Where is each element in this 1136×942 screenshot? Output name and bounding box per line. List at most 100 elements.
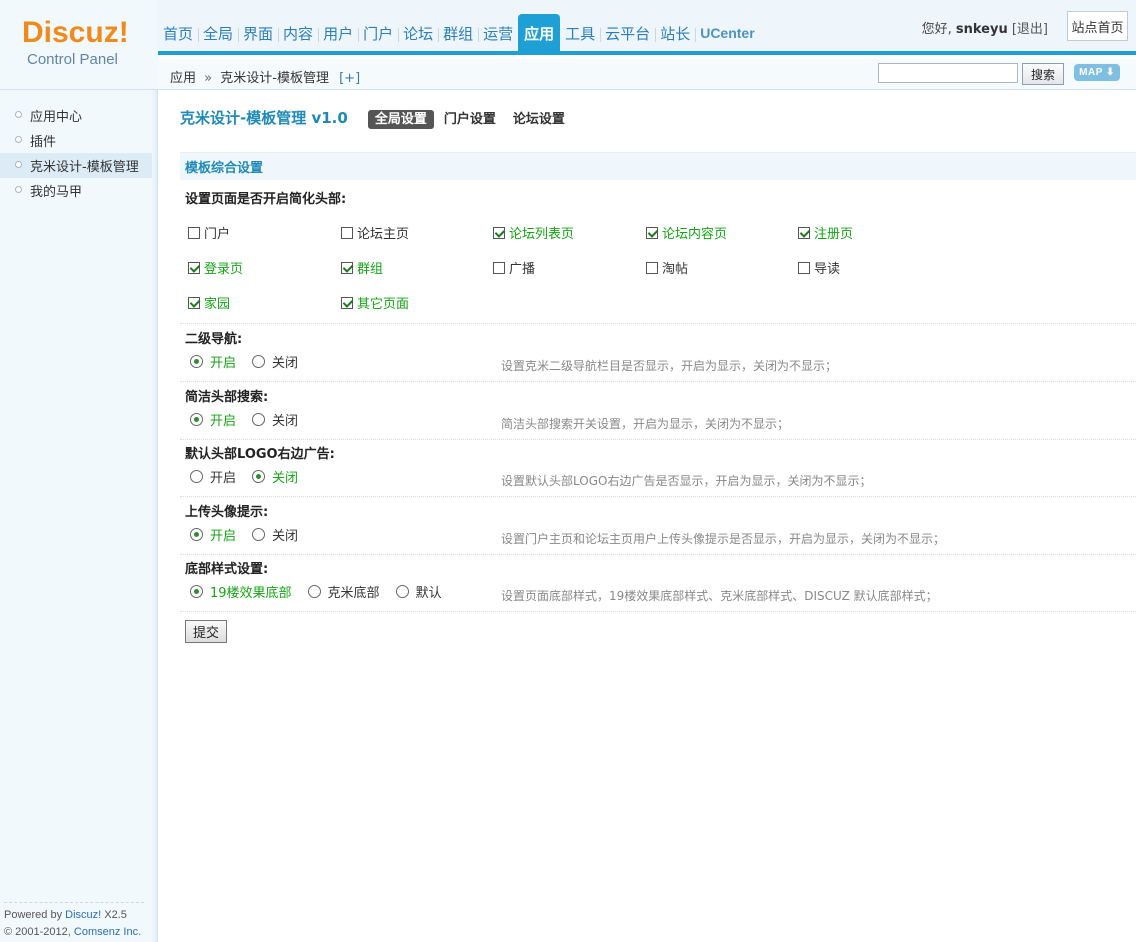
row-divider [180,611,1136,612]
radio-label: 关闭 [272,471,299,486]
radio-option[interactable]: 19楼效果底部 [190,582,292,601]
section-title: 模板综合设置 [180,152,1136,180]
tab-0[interactable]: 全局设置 [367,109,434,129]
company-link[interactable]: Comsenz Inc. [74,926,141,938]
checkbox-label: 登录页 [204,262,244,277]
sidebar-item-label: 克米设计-模板管理 [30,160,139,175]
radio-option[interactable]: 默认 [395,582,442,601]
page-checkbox-1[interactable]: 论坛主页 [341,223,409,242]
checkbox-label: 其它页面 [357,297,410,312]
radio-option[interactable]: 开启 [190,352,236,371]
checkbox-checked-icon[interactable] [341,296,353,309]
checkbox-checked-icon[interactable] [493,226,505,239]
nav-item-7[interactable]: 群组 [438,14,478,52]
checkbox-icon[interactable] [188,226,200,239]
radio-option[interactable]: 关闭 [252,352,298,371]
nav-item-6[interactable]: 论坛 [398,14,438,52]
radio-icon[interactable] [252,412,266,426]
setting-tip-4: 设置页面底部样式，19楼效果底部样式、克米底部样式、DISCUZ 默认底部样式； [501,589,938,603]
username: snkeyu [955,22,1008,37]
simplified-header-label: 设置页面是否开启简化头部: [185,192,347,207]
radio-selected-icon[interactable] [190,585,203,598]
setting-tip-0: 设置克米二级导航栏目是否显示，开启为显示，关闭为不显示； [501,359,838,373]
setting-radio-group-2: 开启 关闭 [190,467,314,486]
site-home-button[interactable]: 站点首页 [1067,11,1128,41]
sidebar-item-0[interactable]: 应用中心 [0,103,152,128]
setting-label-1: 简洁头部搜索: [185,389,269,405]
nav-item-1[interactable]: 全局 [198,14,238,52]
page-checkbox-0[interactable]: 门户 [188,223,230,242]
logo[interactable]: Discuz! Control Panel [0,0,158,90]
checkbox-checked-icon[interactable] [646,226,658,239]
nav-item-11[interactable]: 云平台 [600,14,655,52]
radio-selected-icon[interactable] [190,412,203,426]
radio-label: 默认 [415,586,442,601]
radio-option[interactable]: 开启 [190,410,236,429]
page-checkbox-6[interactable]: 群组 [341,258,383,277]
nav-item-8[interactable]: 运营 [478,14,518,52]
sidebar-item-2[interactable]: 克米设计-模板管理 [0,153,152,178]
radio-option[interactable]: 关闭 [252,525,298,544]
page-checkbox-8[interactable]: 淘帖 [646,258,688,277]
nav-item-12[interactable]: 站长 [655,14,695,52]
page-checkbox-2[interactable]: 论坛列表页 [493,223,574,242]
nav-item-10[interactable]: 工具 [560,14,600,52]
nav-item-5[interactable]: 门户 [358,14,398,52]
radio-option[interactable]: 关闭 [252,467,298,486]
powered-version: X2.5 [104,909,127,921]
tab-1[interactable]: 门户设置 [437,110,503,129]
page-checkbox-5[interactable]: 登录页 [188,258,243,277]
tab-2[interactable]: 论坛设置 [506,110,572,129]
radio-icon[interactable] [190,470,203,483]
page-checkbox-7[interactable]: 广播 [493,258,535,277]
radio-option[interactable]: 开启 [190,467,236,486]
add-shortcut-link[interactable]: [+] [339,71,360,86]
page-checkbox-4[interactable]: 注册页 [798,223,853,242]
radio-selected-icon[interactable] [252,470,266,483]
radio-option[interactable]: 克米底部 [307,582,380,601]
radio-icon[interactable] [252,527,266,541]
nav-item-9[interactable]: 应用 [518,14,561,52]
nav-item-2[interactable]: 界面 [238,14,278,52]
radio-selected-icon[interactable] [190,527,203,541]
nav-item-3[interactable]: 内容 [278,14,318,52]
map-button[interactable]: MAP ⬇ [1074,64,1120,81]
checkbox-checked-icon[interactable] [798,226,810,239]
checkbox-label: 门户 [204,227,231,242]
submit-button[interactable]: 提交 [185,620,227,643]
search-button[interactable]: 搜索 [1022,63,1064,85]
checkbox-icon[interactable] [341,226,353,239]
radio-icon[interactable] [252,355,266,368]
radio-label: 克米底部 [327,586,380,601]
radio-option[interactable]: 关闭 [252,410,298,429]
checkbox-checked-icon[interactable] [188,296,200,309]
setting-label-0: 二级导航: [185,332,243,347]
checkbox-checked-icon[interactable] [188,261,200,274]
sidebar-item-1[interactable]: 插件 [0,128,152,153]
radio-option[interactable]: 开启 [190,525,236,544]
page-checkbox-10[interactable]: 家园 [188,293,230,312]
checkbox-label: 论坛内容页 [662,227,728,242]
checkbox-icon[interactable] [798,261,810,274]
radio-icon[interactable] [395,585,409,598]
nav-item-4[interactable]: 用户 [318,14,358,52]
page-checkbox-9[interactable]: 导读 [798,258,840,277]
checkbox-icon[interactable] [646,261,658,274]
radio-icon[interactable] [307,585,321,598]
radio-selected-icon[interactable] [190,355,203,368]
checkbox-checked-icon[interactable] [341,261,353,274]
breadcrumb-root[interactable]: 应用 [170,71,196,86]
nav-item-0[interactable]: 首页 [158,14,198,52]
nav-item-13[interactable]: UCenter [695,14,759,52]
page-checkbox-3[interactable]: 论坛内容页 [646,223,727,242]
checkbox-icon[interactable] [493,261,505,274]
breadcrumb-separator: » [204,71,213,86]
powered-prefix: Powered by [4,909,63,921]
search-input[interactable] [878,63,1018,83]
powered-product-link[interactable]: Discuz! [65,909,101,921]
sidebar-item-3[interactable]: 我的马甲 [0,178,152,203]
logout-link[interactable]: [退出] [1012,22,1048,37]
bullet-icon [15,161,22,168]
page-checkbox-11[interactable]: 其它页面 [341,293,409,312]
setting-radio-group-1: 开启 关闭 [190,410,314,429]
